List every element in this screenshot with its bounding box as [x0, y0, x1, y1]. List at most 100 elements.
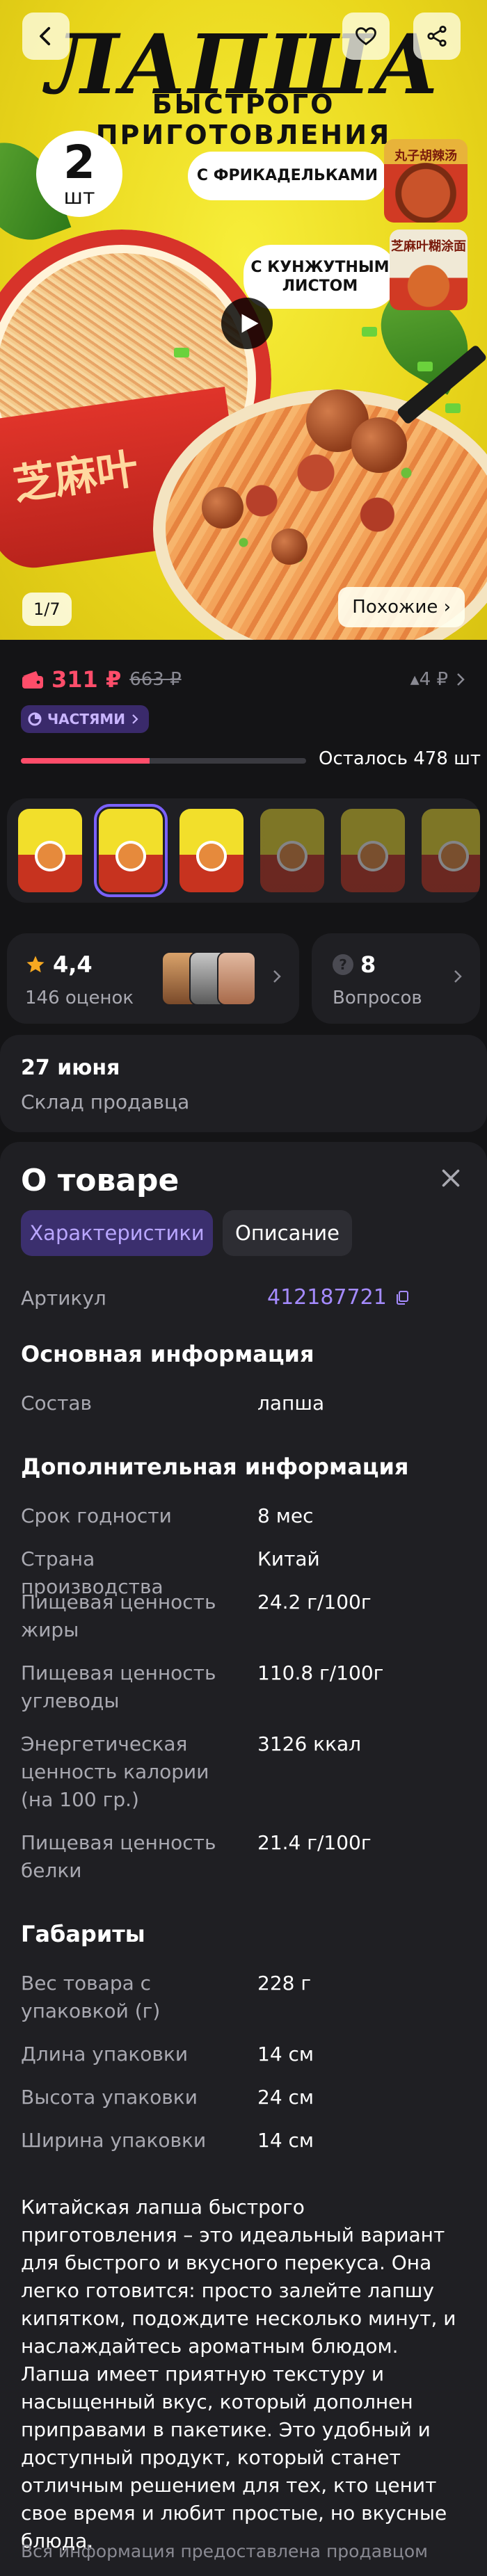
wallet-icon	[22, 671, 43, 689]
gallery-page-counter: 1/7	[22, 593, 72, 626]
cup-image-sesame-leaf: 芝麻叶糊涂面	[390, 230, 468, 310]
price-drop-value: ▴4 ₽	[410, 669, 448, 690]
spec-value: 3126 ккал	[257, 1732, 362, 1755]
share-button[interactable]	[413, 13, 461, 60]
sku-label: Артикул	[21, 1287, 106, 1310]
review-photo	[217, 951, 256, 1006]
chevron-right-icon	[273, 970, 281, 983]
pie-icon	[28, 712, 42, 726]
spec-label: Длина упаковки	[21, 2043, 189, 2066]
spec-value: 24.2 г/100г	[257, 1591, 372, 1613]
variant-cup-image	[434, 837, 473, 876]
questions-label: Вопросов	[333, 988, 422, 1008]
product-details-sheet: О товаре Характеристики Описание Артикул…	[0, 1142, 487, 2576]
favorite-button[interactable]	[342, 13, 390, 60]
stock-progress-bar	[21, 758, 306, 764]
reviews-card[interactable]: 4,4 146 оценок	[7, 933, 299, 1024]
chevron-right-icon	[132, 714, 138, 724]
cup-image-meatballs: 丸子胡辣汤	[384, 139, 468, 223]
spec-value: 8 мес	[257, 1504, 314, 1527]
variant-cup-image	[31, 837, 70, 876]
spec-label: Пищевая ценность углеводы	[21, 1661, 216, 1712]
delivery-date: 27 июня	[21, 1056, 120, 1080]
share-icon	[427, 25, 447, 47]
variant-cup-image	[111, 837, 150, 876]
back-button[interactable]	[22, 13, 70, 60]
tab-description[interactable]: Описание	[223, 1210, 352, 1256]
flavor-label-sesame-leaf: С КУНЖУТНЫМ ЛИСТОМ	[244, 245, 397, 309]
play-video-button[interactable]	[221, 298, 273, 349]
spec-value: 14 см	[257, 2129, 314, 2152]
sku-value: 412187721	[267, 1285, 387, 1310]
spec-label: Срок годности	[21, 1504, 172, 1527]
chive-decoration	[362, 327, 377, 337]
variant-cup-image	[192, 837, 231, 876]
product-gallery[interactable]: ЛАПША БЫСТРОГО ПРИГОТОВЛЕНИЯ 芝麻叶 2 шт С …	[0, 0, 487, 640]
seller-note: Вся информация предоставлена продавцом	[21, 2541, 428, 2561]
variant-thumbnail[interactable]	[18, 809, 82, 892]
stock-remaining: Осталось 478 шт	[319, 748, 481, 769]
quantity-number: 2	[63, 135, 95, 189]
spec-value: Китай	[257, 1547, 320, 1570]
old-price: 663 ₽	[129, 669, 182, 690]
product-description: Китайская лапша быстрого приготовления –…	[21, 2196, 456, 2552]
delivery-card[interactable]: 27 июня Склад продавца	[0, 1035, 487, 1132]
spec-label: Высота упаковки	[21, 2086, 198, 2109]
spec-label: Состав	[21, 1392, 93, 1415]
price-history-button[interactable]: ▴4 ₽	[410, 669, 466, 690]
sku-copy-button[interactable]: 412187721	[267, 1285, 410, 1310]
installments-badge[interactable]: ЧАСТЯМИ	[21, 705, 150, 733]
variant-selector	[7, 798, 480, 903]
meatball-image	[351, 417, 407, 473]
review-photos	[161, 951, 259, 1006]
section-heading: Дополнительная информация	[21, 1454, 409, 1480]
variant-thumbnail[interactable]	[94, 804, 168, 897]
spec-label: Пищевая ценность белки	[21, 1831, 216, 1882]
questions-card[interactable]: ? 8 Вопросов	[312, 933, 480, 1024]
cup-label: 丸子胡辣汤	[394, 149, 457, 163]
section-title: О товаре	[21, 1163, 179, 1198]
star-icon	[26, 956, 45, 973]
spec-label: Пищевая ценность жиры	[21, 1591, 216, 1641]
rating-score: 4,4	[53, 951, 93, 978]
flavor-label-meatballs: С ФРИКАДЕЛЬКАМИ	[188, 152, 387, 200]
spec-label: Энергетическая ценность калории (на 100 …	[21, 1732, 209, 1811]
price-row: 311 ₽ 663 ₽ ▴4 ₽	[21, 664, 466, 695]
question-icon: ?	[333, 954, 353, 975]
variant-cup-image	[273, 837, 312, 876]
meatball-image	[202, 487, 244, 529]
questions-count: 8	[360, 951, 376, 978]
delivery-source: Склад продавца	[21, 1090, 190, 1113]
reviews-count: 146 оценок	[25, 988, 134, 1008]
chevron-right-icon	[454, 970, 462, 983]
similar-products-button[interactable]: Похожие ›	[338, 587, 465, 627]
chevron-right-icon	[457, 673, 465, 686]
chive-decoration	[174, 348, 189, 357]
spec-value: 24 см	[257, 2086, 314, 2109]
close-icon[interactable]	[438, 1166, 463, 1191]
spec-label: Ширина упаковки	[21, 2129, 207, 2152]
cup-label: 芝麻叶	[10, 444, 141, 510]
play-icon	[241, 314, 259, 333]
quantity-unit: шт	[63, 184, 95, 209]
installments-label: ЧАСТЯМИ	[47, 711, 126, 727]
tab-specifications[interactable]: Характеристики	[21, 1210, 213, 1256]
spec-value: 228 г	[257, 1972, 312, 1995]
variant-thumbnail[interactable]	[422, 809, 480, 892]
variant-thumbnail[interactable]	[260, 809, 324, 892]
spec-value: 21.4 г/100г	[257, 1831, 372, 1854]
stock-progress-fill	[21, 758, 150, 764]
variant-thumbnail[interactable]	[179, 809, 244, 892]
rating-row: 4,4	[25, 951, 93, 978]
questions-row: ? 8	[333, 951, 376, 978]
copy-icon	[396, 1290, 408, 1305]
spec-value: 14 см	[257, 2043, 314, 2066]
spec-value: лапша	[257, 1392, 325, 1415]
quantity-badge: 2 шт	[36, 131, 122, 217]
section-heading: Габариты	[21, 1921, 145, 1947]
chive-decoration	[417, 362, 433, 371]
variant-thumbnail[interactable]	[341, 809, 405, 892]
section-heading: Основная информация	[21, 1341, 314, 1367]
variant-cup-image	[353, 837, 392, 876]
chive-decoration	[445, 403, 461, 413]
